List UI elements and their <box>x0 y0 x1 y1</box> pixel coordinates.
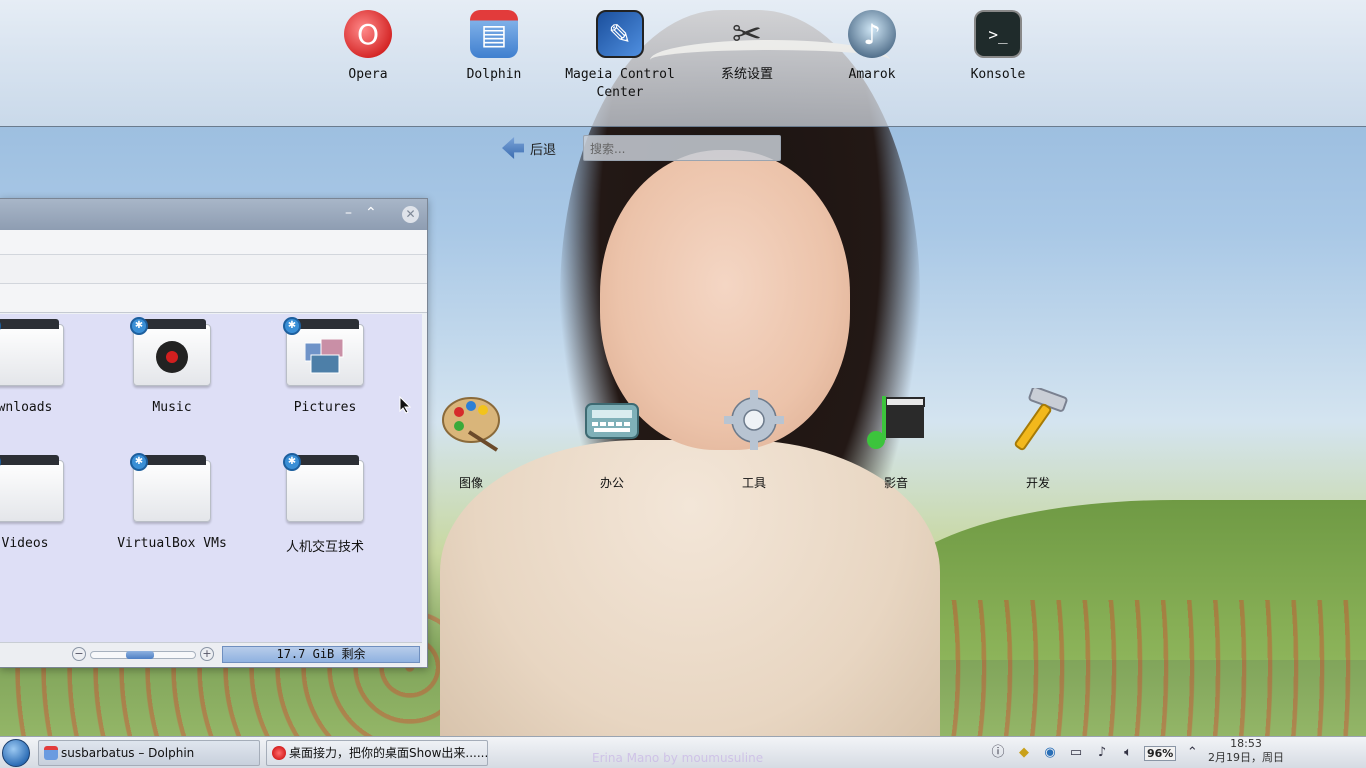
info-icon[interactable]: ⓘ <box>988 743 1008 763</box>
back-arrow-icon <box>502 137 524 159</box>
mouse-cursor-icon <box>399 396 411 414</box>
category-label: 办公 <box>599 476 624 490</box>
maximize-button[interactable]: ⌃ <box>365 205 377 221</box>
clock[interactable]: 18:53 2月19日，周日 <box>1206 737 1286 765</box>
settings-badge-icon: ✱ <box>283 453 301 471</box>
file-label: 人机交互技术 <box>285 540 364 555</box>
category-label: 图像 <box>458 476 483 490</box>
opera-icon: O <box>344 10 392 58</box>
folder-music[interactable]: ✱ Music <box>107 317 237 415</box>
music-record-icon <box>156 341 188 373</box>
folder-pictures[interactable]: ✱ Pictures <box>260 317 390 415</box>
minimize-button[interactable]: – <box>345 205 352 221</box>
settings-badge-icon: ✱ <box>130 317 148 335</box>
folder-icon: ✱ <box>130 453 211 522</box>
category-label: 工具 <box>741 476 766 490</box>
launcher-app-konsole[interactable]: >_ Konsole <box>938 10 1058 84</box>
folder-downloads[interactable]: ✱ wnloads <box>0 317 90 415</box>
system-tray: ⓘ ◆ ◉ ▭ ♪ 🔈︎ 96% ⌃ <box>988 741 1202 765</box>
launcher-app-amarok[interactable]: ♪ Amarok <box>812 10 932 84</box>
volume-icon[interactable]: 🔈︎ <box>1118 743 1138 763</box>
taskbar: susbarbatus – Dolphin 桌面接力，把你的桌面Show出来..… <box>0 736 1366 768</box>
toolbar <box>0 255 427 284</box>
task-opera[interactable]: 桌面接力，把你的桌面Show出来...... <box>266 740 488 766</box>
menu-bar <box>0 230 427 255</box>
task-label: 桌面接力，把你的桌面Show出来...... <box>289 746 488 760</box>
file-label: VirtualBox VMs <box>117 536 227 551</box>
category-office[interactable]: 办公 <box>567 388 657 491</box>
file-label: Videos <box>1 536 49 551</box>
wallpaper-watermark: Erina Mano by moumusuline <box>592 751 764 765</box>
category-tools[interactable]: 工具 <box>709 388 799 491</box>
category-image[interactable]: 图像 <box>426 388 516 491</box>
folder-icon: ✱ <box>0 453 64 522</box>
hammer-icon <box>1006 386 1070 452</box>
folder-virtualbox-vms[interactable]: ✱ VirtualBox VMs <box>107 453 237 551</box>
folder-icon: ✱ <box>130 317 211 386</box>
start-menu-button[interactable] <box>2 739 30 767</box>
folder-icon: ✱ <box>283 453 364 522</box>
klipper-icon[interactable]: ◆ <box>1014 743 1034 763</box>
launcher-app-dolphin[interactable]: ▤ Dolphin <box>434 10 554 84</box>
file-view: ✱ wnloads ✱ Music ✱ Pictures ✱ Videos ✱ … <box>0 314 422 642</box>
amarok-icon: ♪ <box>848 10 896 58</box>
clock-time: 18:53 <box>1230 737 1262 750</box>
app-label: Mageia Control Center <box>565 67 675 100</box>
task-label: susbarbatus – Dolphin <box>61 746 195 760</box>
typewriter-icon <box>580 388 644 452</box>
zoom-in-icon[interactable]: + <box>200 647 214 661</box>
konsole-icon: >_ <box>974 10 1022 58</box>
gear-icon <box>722 388 786 452</box>
app-label: Amarok <box>848 67 896 82</box>
category-multimedia[interactable]: 影音 <box>851 388 941 491</box>
app-label: Opera <box>348 67 388 82</box>
task-dolphin[interactable]: susbarbatus – Dolphin <box>38 740 260 766</box>
dolphin-icon <box>44 746 58 760</box>
file-label: Pictures <box>293 400 357 415</box>
tray-expand-icon[interactable]: ⌃ <box>1182 743 1202 763</box>
app-label: Dolphin <box>466 67 522 82</box>
file-label: wnloads <box>0 400 53 415</box>
free-space-indicator: 17.7 GiB 剩余 <box>222 646 420 663</box>
control-center-icon: ✎ <box>596 10 644 58</box>
settings-badge-icon: ✱ <box>130 453 148 471</box>
battery-indicator[interactable]: 96% <box>1144 745 1177 761</box>
window-titlebar[interactable]: – ⌃ ✕ <box>0 199 427 230</box>
clock-date: 2月19日，周日 <box>1208 751 1284 764</box>
close-button[interactable]: ✕ <box>402 206 419 223</box>
folder-hci[interactable]: ✱ 人机交互技术 <box>260 453 390 555</box>
app-label: Konsole <box>970 67 1026 82</box>
launcher-app-mageia-control-center[interactable]: ✎ Mageia Control Center <box>560 10 680 102</box>
launcher-app-opera[interactable]: O Opera <box>308 10 428 84</box>
zoom-out-icon[interactable]: − <box>72 647 86 661</box>
back-label: 后退 <box>530 142 557 158</box>
folder-icon: ✱ <box>283 317 364 386</box>
palette-icon <box>439 388 503 452</box>
music-clapper-icon <box>864 388 928 452</box>
app-launcher-panel: O Opera ▤ Dolphin ✎ Mageia Control Cente… <box>0 0 1366 127</box>
category-label: 影音 <box>883 476 908 490</box>
amarok-tray-icon[interactable]: ♪ <box>1092 743 1112 763</box>
app-label: 系统设置 <box>720 67 773 82</box>
system-settings-icon: ✂ <box>731 13 763 55</box>
device-notifier-icon[interactable]: ▭ <box>1066 743 1086 763</box>
dolphin-icon: ▤ <box>470 10 518 58</box>
folder-icon: ✱ <box>0 317 64 386</box>
launcher-app-system-settings[interactable]: ✂ 系统设置 <box>687 10 807 84</box>
folder-videos[interactable]: ✱ Videos <box>0 453 90 551</box>
category-development[interactable]: 开发 <box>993 386 1083 491</box>
dolphin-window: – ⌃ ✕ ✱ wnloads ✱ Music ✱ Pictures ✱ Vid… <box>0 198 428 668</box>
photos-icon <box>305 339 344 374</box>
status-bar: − + 17.7 GiB 剩余 <box>0 642 422 666</box>
file-label: Music <box>152 400 192 415</box>
category-label: 开发 <box>1025 476 1050 490</box>
launcher-search-input[interactable]: 搜索... <box>583 135 781 161</box>
opera-icon <box>272 746 286 760</box>
zoom-slider-handle[interactable] <box>126 651 154 659</box>
back-button[interactable]: 后退 <box>502 137 556 159</box>
network-globe-icon[interactable]: ◉ <box>1040 743 1060 763</box>
zoom-slider[interactable] <box>90 651 196 659</box>
location-bar <box>0 284 427 313</box>
settings-badge-icon: ✱ <box>283 317 301 335</box>
